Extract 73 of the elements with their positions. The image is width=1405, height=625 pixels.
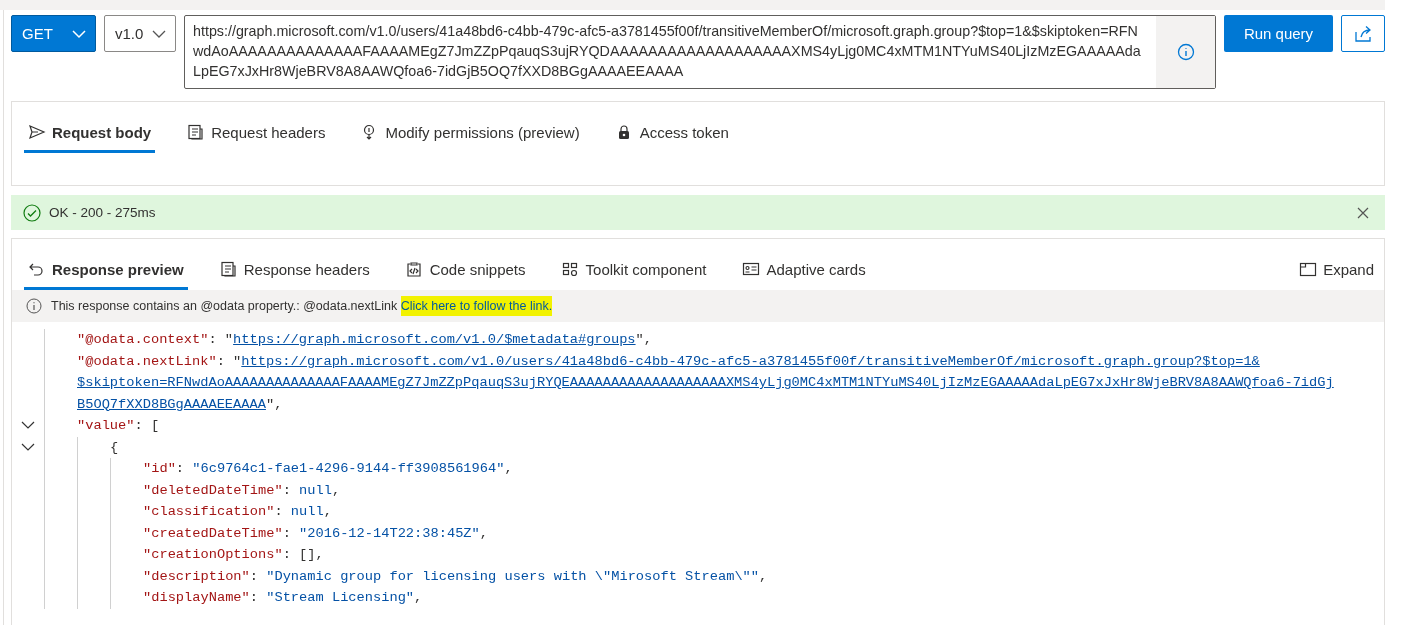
- json-punctuation: {: [110, 439, 119, 455]
- json-punctuation: ",: [635, 332, 652, 347]
- json-key: "description": [143, 568, 250, 584]
- json-punctuation: :: [282, 482, 292, 498]
- json-punctuation: :: [249, 590, 259, 605]
- tab[interactable]: Code snippets: [401, 257, 530, 290]
- json-punctuation: ",: [265, 396, 283, 412]
- share-icon: [1354, 24, 1372, 43]
- version-dropdown[interactable]: v1.0: [104, 15, 176, 52]
- tab[interactable]: Request headers: [183, 120, 330, 153]
- tab[interactable]: Modify permissions (preview): [357, 120, 584, 153]
- info-icon: [1176, 43, 1195, 61]
- clipboard-code-icon: [405, 261, 424, 278]
- json-punctuation: : [: [134, 418, 160, 433]
- chevron-down-icon[interactable]: [21, 442, 35, 452]
- run-query-button[interactable]: Run query: [1224, 15, 1333, 52]
- close-icon: [1357, 206, 1369, 219]
- url-field[interactable]: https://graph.microsoft.com/v1.0/users/41a48bd6-c4bb-479c-afc5-a3781455f00f/transitiveMemberOf/microsoft.graph.group?$top=1&$skiptoken=RFNwdAoAAAAAAAAAAAAAAFAAAAMEgZ7JmZZpPqauqS3ujRYQDAAAAAAAAAAAAAAAAAAAXMS4yLjg0MC4xMTM1NTYuMS40LjIzMzEGAAAAAdaLpEG7xJxHr8WjeBRV8A8AAWQfoa6-7idGjB5OQ7fXXD8BGgAAAAEEAAAA: [184, 15, 1216, 89]
- method-dropdown[interactable]: GET: [11, 15, 96, 52]
- tab[interactable]: Request body: [24, 120, 156, 153]
- json-string: "Dynamic group for licensing users with \"Mirosoft Stream\"": [266, 568, 760, 584]
- info-icon: [26, 298, 42, 314]
- check-circle-icon: [23, 203, 41, 222]
- json-key: "@odata.nextLink": [77, 353, 217, 369]
- chevron-down-icon: [151, 28, 167, 39]
- tab[interactable]: Response headers: [215, 257, 374, 290]
- json-key: "@odata.context": [77, 332, 209, 347]
- expand-button[interactable]: Expand: [1295, 257, 1378, 290]
- json-string: "6c9764c1-fae1-4296-9144-ff3908561964": [192, 461, 505, 476]
- json-null: null: [299, 482, 332, 498]
- json-punctuation: :: [274, 504, 284, 519]
- json-punctuation: : ": [208, 332, 234, 347]
- json-punctuation: ,: [323, 504, 332, 519]
- json-punctuation: :: [249, 568, 259, 584]
- json-string: "Stream Licensing": [266, 590, 415, 605]
- json-link[interactable]: https://graph.microsoft.com/v1.0/$metadata#groups: [233, 332, 636, 347]
- json-key: "createdDateTime": [143, 525, 283, 541]
- json-key: "deletedDateTime": [143, 482, 283, 498]
- chevron-down-icon[interactable]: [21, 421, 35, 431]
- json-punctuation: :: [282, 525, 292, 541]
- json-punctuation: : [],: [282, 547, 324, 562]
- document-icon: [187, 124, 206, 141]
- json-key: "id": [143, 461, 176, 476]
- json-key: "value": [77, 418, 135, 433]
- json-punctuation: :: [175, 461, 186, 476]
- json-key: "classification": [143, 504, 275, 519]
- json-link[interactable]: https://graph.microsoft.com/v1.0/users/41a48bd6-c4bb-479c-afc5-a3781455f00f/transitiveMemberOf/microsoft.graph.group?$top=1&: [241, 353, 1260, 369]
- undo-arrow-icon: [28, 261, 46, 278]
- json-null: null: [290, 504, 324, 519]
- json-punctuation: : ": [216, 353, 242, 369]
- expand-icon: [1299, 261, 1318, 278]
- json-key: "displayName": [143, 590, 250, 605]
- notice-text: This response contains an @odata property.: @odata.nextLink Click here to follow the link.: [51, 299, 553, 313]
- json-string: "2016-12-14T22:38:45Z": [299, 525, 480, 541]
- chevron-down-icon: [71, 28, 87, 39]
- toolkit-icon: [561, 261, 580, 278]
- follow-link[interactable]: Click here to follow the link.: [400, 296, 553, 316]
- json-punctuation: ,: [414, 590, 423, 605]
- json-punctuation: ,: [759, 568, 768, 584]
- tab[interactable]: Toolkit component: [557, 257, 711, 290]
- send-icon: [28, 124, 46, 141]
- tab[interactable]: Adaptive cards: [738, 257, 870, 290]
- json-key: "creationOptions": [143, 547, 283, 562]
- json-link[interactable]: $skiptoken=RFNwdAoAAAAAAAAAAAAAAFAAAAMEgZ7JmZZpPqauqS3ujRYQEAAAAAAAAAAAAAAAAAAAXMS4yLjg0MC4xMTM1NTYuMS40LjIzMzEGAAAAAdaLpEG7xJxHr8WjeBRV8A8AAWQfoa6-7idGj: [77, 375, 1334, 390]
- share-button[interactable]: [1341, 15, 1385, 52]
- json-punctuation: ,: [504, 461, 513, 476]
- json-punctuation: ,: [331, 482, 341, 498]
- json-link[interactable]: B5OQ7fXXD8BGgAAAAEEAAAA: [77, 396, 266, 412]
- document-icon: [219, 261, 238, 278]
- json-punctuation: ,: [479, 525, 488, 541]
- card-icon: [742, 261, 761, 278]
- tab[interactable]: Access token: [611, 120, 733, 153]
- status-text: OK - 200 - 275ms: [49, 205, 156, 220]
